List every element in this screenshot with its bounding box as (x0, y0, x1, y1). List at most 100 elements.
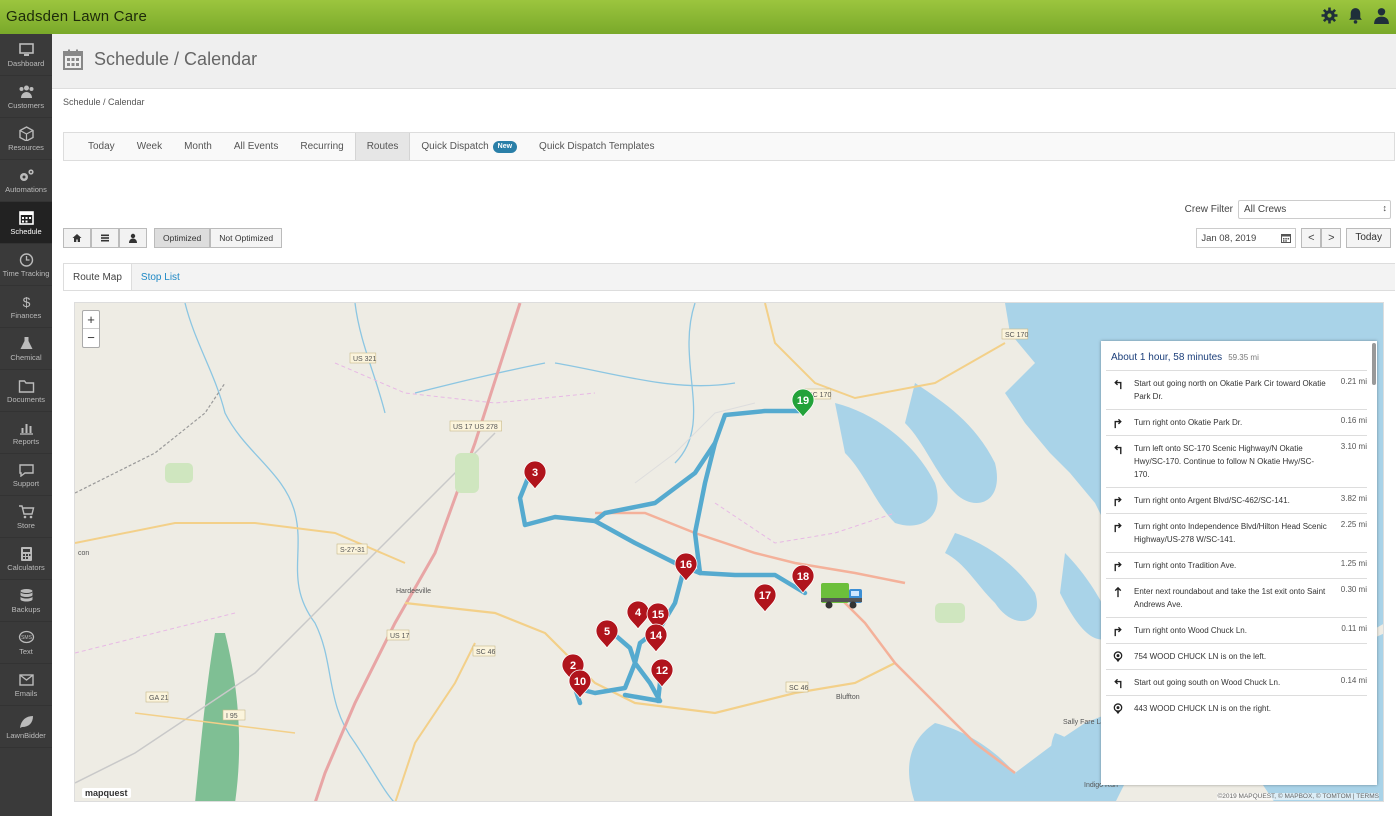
direction-text: Turn right onto Argent Blvd/SC-462/SC-14… (1134, 496, 1290, 505)
next-day-button[interactable]: > (1321, 228, 1342, 248)
directions-scrollbar[interactable] (1372, 343, 1376, 385)
tab-route-map[interactable]: Route Map (63, 264, 132, 290)
route-map[interactable]: US 321 US 17 US 278 SC 170 SC 170 S-27-31 Har… (74, 302, 1384, 802)
tab-week[interactable]: Week (126, 133, 173, 160)
sidebar-item-label: Calculators (7, 562, 45, 572)
direction-step[interactable]: Turn right onto Okatie Park Dr. 0.16 mi (1106, 409, 1367, 435)
users-icon (19, 85, 33, 98)
sidebar-item-resources[interactable]: Resources (0, 118, 52, 160)
tab-label: Routes (366, 141, 399, 152)
svg-text:SMS: SMS (21, 635, 33, 641)
page-title: Schedule / Calendar (94, 49, 258, 69)
tab-label: Week (136, 141, 163, 152)
marker-number: 3 (532, 467, 538, 479)
direction-step[interactable]: Start out going north on Okatie Park Cir… (1106, 370, 1367, 409)
app-brand[interactable]: Gadsden Lawn Care (6, 8, 147, 25)
sidebar-item-support[interactable]: Support (0, 454, 52, 496)
bar-chart-icon (19, 423, 33, 435)
road-label: con (78, 550, 89, 557)
today-button[interactable]: Today (1346, 228, 1391, 248)
optimize-toggle: Optimized Not Optimized (154, 228, 283, 248)
sidebar-item-time-tracking[interactable]: Time Tracking (0, 244, 52, 286)
direction-step[interactable]: Turn right onto Independence Blvd/Hilton… (1106, 513, 1367, 552)
tab-recurring[interactable]: Recurring (289, 133, 354, 160)
sidebar-item-lawnbidder[interactable]: LawnBidder (0, 706, 52, 748)
home-view-button[interactable] (63, 228, 91, 248)
map-attribution[interactable]: ©2019 MAPQUEST, © MAPBOX, © TOMTOM | TER… (1217, 793, 1379, 800)
sidebar-item-finances[interactable]: $ Finances (0, 286, 52, 328)
direction-step[interactable]: Start out going south on Wood Chuck Ln. 0… (1106, 669, 1367, 695)
sidebar-item-calculators[interactable]: Calculators (0, 538, 52, 580)
zoom-out-button[interactable]: − (83, 329, 99, 347)
tab-label: Today (88, 141, 115, 152)
direction-distance: 3.10 mi (1340, 442, 1367, 451)
gear-icon[interactable] (1321, 7, 1338, 24)
sidebar-item-store[interactable]: Store (0, 496, 52, 538)
sidebar-item-label: Reports (12, 436, 40, 446)
sidebar-item-customers[interactable]: Customers (0, 76, 52, 118)
sidebar-item-label: Documents (7, 394, 45, 404)
road-label: US 17 (386, 629, 410, 641)
not-optimized-button[interactable]: Not Optimized (210, 228, 283, 248)
sidebar-item-text[interactable]: SMS Text (0, 622, 52, 664)
turn-right-icon (1114, 496, 1122, 507)
direction-step[interactable]: 754 WOOD CHUCK LN is on the left. (1106, 643, 1367, 669)
tab-all-events[interactable]: All Events (223, 133, 289, 160)
sidebar-item-schedule[interactable]: Schedule (0, 202, 52, 244)
direction-text: Turn right onto Okatie Park Dr. (1134, 418, 1243, 427)
sidebar-item-documents[interactable]: Documents (0, 370, 52, 412)
crew-filter-select[interactable]: All Crews (1238, 200, 1391, 219)
sidebar-item-emails[interactable]: Emails (0, 664, 52, 706)
direction-distance: 0.21 mi (1340, 377, 1367, 386)
optimized-button[interactable]: Optimized (154, 228, 211, 248)
gears-icon (19, 168, 34, 181)
tab-routes[interactable]: Routes (354, 133, 411, 160)
marker-number: 2 (570, 660, 576, 672)
sidebar-item-label: Text (19, 646, 33, 656)
tab-stop-list[interactable]: Stop List (132, 264, 189, 290)
sidebar-item-backups[interactable]: Backups (0, 580, 52, 622)
road-label-text: Hardeeville (396, 588, 431, 595)
direction-step[interactable]: Turn right onto Argent Blvd/SC-462/SC-14… (1106, 487, 1367, 513)
tab-quick-dispatch-templates[interactable]: Quick Dispatch Templates (528, 133, 665, 160)
cube-icon (18, 125, 34, 141)
direction-step[interactable]: Turn left onto SC-170 Scenic Highway/N O… (1106, 435, 1367, 487)
direction-distance: 3.82 mi (1340, 494, 1367, 503)
road-label: GA 21 (145, 691, 169, 703)
road-label: SC 46 (472, 645, 496, 657)
page-header: Schedule / Calendar (52, 34, 1396, 89)
direction-step[interactable]: 443 WOOD CHUCK LN is on the right. (1106, 695, 1367, 721)
turn-right-icon (1114, 418, 1122, 429)
crew-view-button[interactable] (119, 228, 147, 248)
direction-step[interactable]: Turn right onto Tradition Ave. 1.25 mi (1106, 552, 1367, 578)
tab-quick-dispatch[interactable]: Quick Dispatch New (410, 133, 528, 160)
tab-today[interactable]: Today (77, 133, 126, 160)
prev-day-button[interactable]: < (1301, 228, 1322, 248)
list-view-button[interactable] (91, 228, 119, 248)
breadcrumb[interactable]: Schedule / Calendar (63, 97, 145, 107)
sidebar-item-label: Chemical (10, 352, 42, 362)
direction-text: Turn right onto Independence Blvd/Hilton… (1134, 522, 1327, 544)
direction-distance (1327, 702, 1367, 715)
zoom-in-button[interactable]: + (83, 311, 99, 329)
mapquest-logo[interactable]: mapquest (82, 788, 131, 798)
main-content: Schedule / Calendar Schedule / Calendar … (52, 34, 1396, 816)
chat-icon (18, 463, 34, 477)
tab-month[interactable]: Month (173, 133, 223, 160)
sidebar-item-automations[interactable]: Automations (0, 160, 52, 202)
direction-step[interactable]: Enter next roundabout and take the 1st e… (1106, 578, 1367, 617)
sidebar-item-dashboard[interactable]: Dashboard (0, 34, 52, 76)
direction-text: Turn right onto Wood Chuck Ln. (1134, 626, 1247, 635)
direction-text: 443 WOOD CHUCK LN is on the right. (1134, 704, 1271, 713)
road-label-text: US 17 US 278 (453, 424, 498, 431)
bell-icon[interactable] (1347, 7, 1364, 24)
direction-distance: 0.11 mi (1341, 624, 1367, 633)
dollar-icon: $ (22, 294, 30, 309)
sidebar-item-reports[interactable]: Reports (0, 412, 52, 454)
sidebar-item-chemical[interactable]: Chemical (0, 328, 52, 370)
date-input[interactable]: Jan 08, 2019 (1196, 228, 1297, 248)
direction-text: Turn right onto Tradition Ave. (1134, 561, 1237, 570)
sidebar-item-label: Resources (8, 142, 44, 152)
direction-step[interactable]: Turn right onto Wood Chuck Ln. 0.11 mi (1106, 617, 1367, 643)
user-icon[interactable] (1373, 7, 1390, 24)
